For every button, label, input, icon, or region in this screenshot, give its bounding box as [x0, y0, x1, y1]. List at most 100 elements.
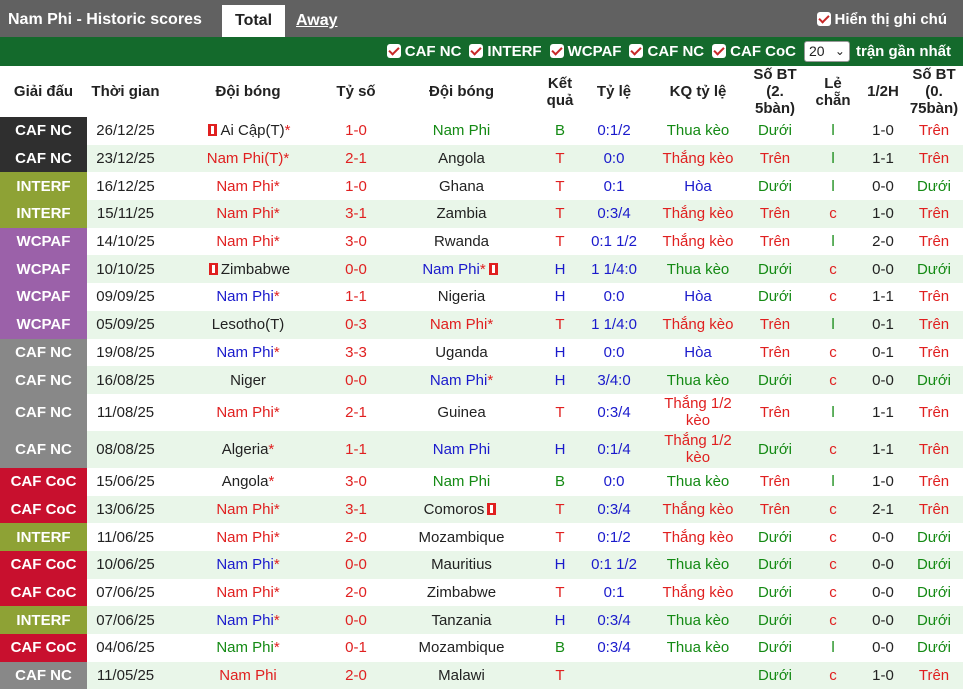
home-team[interactable]: Nam Phi	[164, 661, 332, 689]
away-team[interactable]: Guinea	[380, 393, 543, 431]
away-team[interactable]: Nam Phi	[380, 117, 543, 145]
table-row[interactable]: CAF NC 23/12/25 Nam Phi(T)* 2-1 Angola T 0:0 Th…	[0, 144, 963, 173]
score[interactable]: 2-0	[332, 578, 380, 607]
away-team[interactable]: Nam Phi	[380, 467, 543, 496]
table-row[interactable]: CAF CoC 13/06/25 Nam Phi* 3-1 Comoros T 0:3/4 T…	[0, 495, 963, 524]
away-team-name[interactable]: Nam Phi	[433, 441, 491, 458]
home-team[interactable]: Nam Phi*	[164, 393, 332, 431]
score[interactable]: 2-0	[332, 661, 380, 689]
checkbox-icon[interactable]	[712, 44, 727, 58]
home-team[interactable]: Nam Phi*	[164, 606, 332, 634]
table-row[interactable]: WCPAF 05/09/25 Lesotho(T) 0-3 Nam Phi* T 1 1/4…	[0, 310, 963, 339]
home-team[interactable]: Nam Phi*	[164, 172, 332, 201]
score[interactable]: 3-3	[332, 338, 380, 367]
table-row[interactable]: INTERF 11/06/25 Nam Phi* 2-0 Mozambique T 0:1/…	[0, 523, 963, 551]
league-badge[interactable]: CAF CoC	[0, 578, 87, 607]
league-badge[interactable]: CAF CoC	[0, 550, 87, 579]
league-badge[interactable]: CAF NC	[0, 430, 87, 468]
league-badge[interactable]: CAF NC	[0, 338, 87, 367]
away-team[interactable]: Nigeria	[380, 283, 543, 311]
away-team-name[interactable]: Rwanda	[434, 233, 489, 250]
home-team-name[interactable]: Ai Cập(T)	[220, 122, 284, 139]
league-badge[interactable]: INTERF	[0, 523, 87, 551]
match-count-select[interactable]: 20 ⌄	[803, 41, 850, 62]
home-team[interactable]: Nam Phi*	[164, 200, 332, 228]
table-row[interactable]: CAF NC 11/08/25 Nam Phi* 2-1 Guinea T 0:3/4 Thắ…	[0, 393, 963, 431]
league-badge[interactable]: CAF NC	[0, 144, 87, 173]
away-team-name[interactable]: Uganda	[435, 344, 488, 361]
home-team-name[interactable]: Nam Phi	[216, 178, 274, 195]
home-team-name[interactable]: Nam Phi	[216, 288, 274, 305]
home-team-name[interactable]: Nam Phi	[216, 612, 274, 629]
away-team[interactable]: Mozambique	[380, 634, 543, 662]
away-team[interactable]: Comoros	[380, 495, 543, 524]
checkbox-icon[interactable]	[549, 44, 564, 58]
away-team[interactable]: Nam Phi*	[380, 366, 543, 394]
away-team[interactable]: Nam Phi*	[380, 255, 543, 284]
checkbox-icon[interactable]	[469, 44, 484, 58]
away-team-name[interactable]: Nam Phi	[430, 372, 488, 389]
score[interactable]: 3-0	[332, 467, 380, 496]
away-team-name[interactable]: Mozambique	[419, 529, 505, 546]
score[interactable]: 3-1	[332, 495, 380, 524]
table-row[interactable]: CAF NC 26/12/25 Ai Cập(T)* 1-0 Nam Phi B 0:1/2…	[0, 117, 963, 145]
filter-league[interactable]: CAF NC	[386, 43, 461, 60]
filter-league[interactable]: WCPAF	[549, 43, 621, 60]
table-row[interactable]: INTERF 15/11/25 Nam Phi* 3-1 Zambia T 0:3/4 Thắ…	[0, 200, 963, 228]
score[interactable]: 1-0	[332, 172, 380, 201]
checkbox-icon[interactable]	[386, 44, 401, 58]
table-row[interactable]: WCPAF 09/09/25 Nam Phi* 1-1 Nigeria H 0:0 Hòa Dư…	[0, 283, 963, 311]
score[interactable]: 0-0	[332, 606, 380, 634]
table-row[interactable]: INTERF 07/06/25 Nam Phi* 0-0 Tanzania H 0:3/4 T…	[0, 606, 963, 634]
tab-total[interactable]: Total	[222, 5, 285, 37]
league-badge[interactable]: INTERF	[0, 200, 87, 228]
home-team[interactable]: Nam Phi*	[164, 283, 332, 311]
away-team-name[interactable]: Nam Phi	[422, 261, 480, 278]
score[interactable]: 3-0	[332, 227, 380, 256]
table-row[interactable]: CAF NC 19/08/25 Nam Phi* 3-3 Uganda H 0:0 Hòa Tr…	[0, 338, 963, 367]
away-team-name[interactable]: Nam Phi	[433, 122, 491, 139]
league-badge[interactable]: CAF NC	[0, 117, 87, 145]
league-badge[interactable]: WCPAF	[0, 227, 87, 256]
away-team-name[interactable]: Nigeria	[438, 288, 486, 305]
score[interactable]: 1-0	[332, 117, 380, 145]
home-team[interactable]: Lesotho(T)	[164, 310, 332, 339]
away-team[interactable]: Ghana	[380, 172, 543, 201]
league-badge[interactable]: CAF CoC	[0, 634, 87, 662]
home-team-name[interactable]: Nam Phi	[216, 639, 274, 656]
home-team-name[interactable]: Nam Phi	[216, 584, 274, 601]
home-team-name[interactable]: Niger	[230, 372, 266, 389]
score[interactable]: 0-3	[332, 310, 380, 339]
home-team[interactable]: Ai Cập(T)*	[164, 117, 332, 145]
home-team-name[interactable]: Nam Phi	[216, 404, 274, 421]
score[interactable]: 2-1	[332, 393, 380, 431]
score[interactable]: 2-0	[332, 523, 380, 551]
away-team[interactable]: Angola	[380, 144, 543, 173]
home-team[interactable]: Nam Phi*	[164, 578, 332, 607]
home-team[interactable]: Nam Phi*	[164, 227, 332, 256]
filter-league[interactable]: CAF CoC	[712, 43, 796, 60]
home-team-name[interactable]: Zimbabwe	[221, 261, 290, 278]
away-team-name[interactable]: Mozambique	[419, 639, 505, 656]
table-row[interactable]: INTERF 16/12/25 Nam Phi* 1-0 Ghana T 0:1 Hòa Dướ…	[0, 172, 963, 201]
home-team[interactable]: Zimbabwe	[164, 255, 332, 284]
league-badge[interactable]: CAF CoC	[0, 467, 87, 496]
score[interactable]: 1-1	[332, 430, 380, 468]
home-team-name[interactable]: Lesotho(T)	[212, 316, 285, 333]
away-team[interactable]: Tanzania	[380, 606, 543, 634]
table-row[interactable]: CAF NC 16/08/25 Niger 0-0 Nam Phi* H 3/4:0 Thua…	[0, 366, 963, 394]
home-team-name[interactable]: Nam Phi	[216, 529, 274, 546]
home-team-name[interactable]: Nam Phi	[219, 667, 277, 684]
home-team[interactable]: Nam Phi*	[164, 338, 332, 367]
table-row[interactable]: CAF CoC 10/06/25 Nam Phi* 0-0 Mauritius H 0:1 …	[0, 550, 963, 579]
home-team[interactable]: Nam Phi*	[164, 523, 332, 551]
away-team-name[interactable]: Nam Phi	[433, 473, 491, 490]
home-team[interactable]: Nam Phi*	[164, 495, 332, 524]
score[interactable]: 3-1	[332, 200, 380, 228]
away-team[interactable]: Uganda	[380, 338, 543, 367]
home-team-name[interactable]: Nam Phi	[216, 501, 274, 518]
table-row[interactable]: CAF NC 08/08/25 Algeria* 1-1 Nam Phi H 0:1/4 Th…	[0, 430, 963, 468]
away-team[interactable]: Nam Phi	[380, 430, 543, 468]
league-badge[interactable]: INTERF	[0, 606, 87, 634]
away-team-name[interactable]: Comoros	[424, 501, 485, 518]
